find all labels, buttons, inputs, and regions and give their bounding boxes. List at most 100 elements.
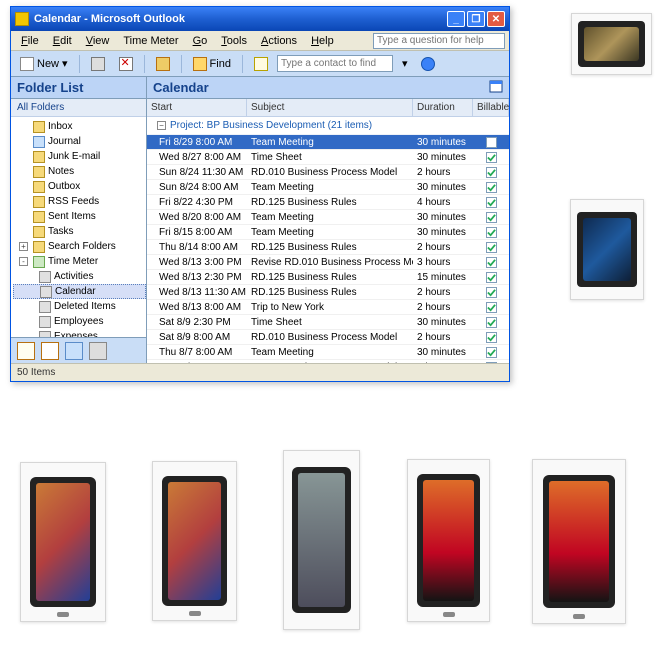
- billable-checkbox[interactable]: [486, 332, 497, 343]
- folder-time-meter[interactable]: -Time Meter: [13, 254, 146, 269]
- folder-calendar[interactable]: Calendar: [13, 284, 146, 299]
- folder-tasks[interactable]: Tasks: [13, 224, 146, 239]
- new-button[interactable]: New ▾: [15, 54, 73, 74]
- mail-nav-icon[interactable]: [17, 342, 35, 360]
- calendar-header-icon[interactable]: [489, 79, 503, 96]
- calendar-row[interactable]: Wed 8/13 11:30 AMRD.125 Business Rules2 …: [147, 285, 509, 300]
- cell-billable[interactable]: [473, 165, 509, 179]
- calendar-row[interactable]: Sun 8/24 11:30 AMRD.010 Business Process…: [147, 165, 509, 180]
- menu-view[interactable]: View: [80, 33, 116, 49]
- calendar-row[interactable]: Wed 8/13 2:30 PMRD.125 Business Rules15 …: [147, 270, 509, 285]
- billable-checkbox[interactable]: [486, 152, 497, 163]
- folder-tree[interactable]: InboxJournalJunk E-mailNotesOutboxRSS Fe…: [11, 117, 146, 337]
- cell-billable[interactable]: [473, 150, 509, 164]
- cell-billable[interactable]: [473, 285, 509, 299]
- close-button[interactable]: ✕: [487, 11, 505, 27]
- calendar-grid-body[interactable]: − Project: BP Business Development (21 i…: [147, 117, 509, 363]
- col-start[interactable]: Start: [147, 99, 247, 116]
- find-button[interactable]: Find: [188, 54, 236, 74]
- cell-billable[interactable]: [473, 255, 509, 269]
- billable-checkbox[interactable]: [486, 257, 497, 268]
- tree-toggle-icon[interactable]: -: [19, 257, 28, 266]
- cell-billable[interactable]: [473, 225, 509, 239]
- cell-billable[interactable]: [473, 135, 509, 149]
- calendar-row[interactable]: Thu 8/7 8:00 AMTeam Meeting30 minutes: [147, 345, 509, 360]
- task-icon: [33, 226, 45, 238]
- folder-notes[interactable]: Notes: [13, 164, 146, 179]
- tree-toggle-icon[interactable]: +: [19, 242, 28, 251]
- find-contact-input[interactable]: [277, 55, 393, 72]
- calendar-row[interactable]: Wed 8/20 8:00 AMTeam Meeting30 minutes: [147, 210, 509, 225]
- billable-checkbox[interactable]: [486, 197, 497, 208]
- collapse-icon[interactable]: −: [157, 121, 166, 130]
- folder-activities[interactable]: Activities: [13, 269, 146, 284]
- cell-billable[interactable]: [473, 180, 509, 194]
- cell-billable[interactable]: [473, 270, 509, 284]
- calendar-nav-icon[interactable]: [41, 342, 59, 360]
- billable-checkbox[interactable]: [486, 272, 497, 283]
- billable-checkbox[interactable]: [486, 347, 497, 358]
- billable-checkbox[interactable]: [486, 302, 497, 313]
- calendar-row[interactable]: Sun 8/24 8:00 AMTeam Meeting30 minutes: [147, 180, 509, 195]
- billable-checkbox[interactable]: [486, 242, 497, 253]
- address-book-button[interactable]: [249, 54, 273, 74]
- project-group-row[interactable]: − Project: BP Business Development (21 i…: [147, 117, 509, 135]
- folder-outbox[interactable]: Outbox: [13, 179, 146, 194]
- billable-checkbox[interactable]: [486, 227, 497, 238]
- menu-go[interactable]: Go: [187, 33, 214, 49]
- menu-tools[interactable]: Tools: [215, 33, 253, 49]
- cell-billable[interactable]: [473, 330, 509, 344]
- toolbar-help-button[interactable]: [416, 54, 440, 74]
- cell-duration: 30 minutes: [413, 345, 473, 359]
- billable-checkbox[interactable]: [486, 317, 497, 328]
- folder-nav-icon[interactable]: [65, 342, 83, 360]
- folder-expenses[interactable]: Expenses: [13, 329, 146, 337]
- maximize-button[interactable]: ❐: [467, 11, 485, 27]
- menu-edit[interactable]: Edit: [47, 33, 78, 49]
- menu-help[interactable]: Help: [305, 33, 340, 49]
- folder-journal[interactable]: Journal: [13, 134, 146, 149]
- folder-inbox[interactable]: Inbox: [13, 119, 146, 134]
- minimize-button[interactable]: _: [447, 11, 465, 27]
- folder-rss-feeds[interactable]: RSS Feeds: [13, 194, 146, 209]
- cell-billable[interactable]: [473, 240, 509, 254]
- col-duration[interactable]: Duration: [413, 99, 473, 116]
- delete-button[interactable]: [114, 54, 138, 74]
- calendar-row[interactable]: Fri 8/22 4:30 PMRD.125 Business Rules4 h…: [147, 195, 509, 210]
- calendar-row[interactable]: Fri 8/15 8:00 AMTeam Meeting30 minutes: [147, 225, 509, 240]
- billable-checkbox[interactable]: [486, 182, 497, 193]
- calendar-row[interactable]: Fri 8/29 8:00 AMTeam Meeting30 minutes: [147, 135, 509, 150]
- col-subject[interactable]: Subject: [247, 99, 413, 116]
- all-folders-header[interactable]: All Folders: [11, 99, 146, 117]
- menu-timemeter[interactable]: Time Meter: [117, 33, 184, 49]
- shortcuts-nav-icon[interactable]: [89, 342, 107, 360]
- folder-junk-e-mail[interactable]: Junk E-mail: [13, 149, 146, 164]
- print-button[interactable]: [86, 54, 110, 74]
- billable-checkbox[interactable]: [486, 212, 497, 223]
- billable-checkbox[interactable]: [486, 287, 497, 298]
- folder-sent-items[interactable]: Sent Items: [13, 209, 146, 224]
- calendar-row[interactable]: Sat 8/9 2:30 PMTime Sheet30 minutes: [147, 315, 509, 330]
- cell-billable[interactable]: [473, 300, 509, 314]
- folder-search-folders[interactable]: +Search Folders: [13, 239, 146, 254]
- help-search-input[interactable]: [373, 33, 505, 49]
- billable-checkbox[interactable]: [486, 167, 497, 178]
- toolbar-dropdown[interactable]: ▾: [397, 54, 413, 74]
- calendar-row[interactable]: Sat 8/9 8:00 AMRD.010 Business Process M…: [147, 330, 509, 345]
- categorize-button[interactable]: [151, 54, 175, 74]
- folder-deleted-items[interactable]: Deleted Items: [13, 299, 146, 314]
- billable-checkbox[interactable]: [486, 137, 497, 148]
- menu-actions[interactable]: Actions: [255, 33, 303, 49]
- folder-employees[interactable]: Employees: [13, 314, 146, 329]
- calendar-row[interactable]: Wed 8/27 8:00 AMTime Sheet30 minutes: [147, 150, 509, 165]
- cell-billable[interactable]: [473, 345, 509, 359]
- calendar-row[interactable]: Wed 8/13 3:00 PMRevise RD.010 Business P…: [147, 255, 509, 270]
- calendar-row[interactable]: Thu 8/14 8:00 AMRD.125 Business Rules2 h…: [147, 240, 509, 255]
- titlebar[interactable]: Calendar - Microsoft Outlook _ ❐ ✕: [11, 7, 509, 31]
- col-billable[interactable]: Billable: [473, 99, 509, 116]
- calendar-row[interactable]: Wed 8/13 8:00 AMTrip to New York2 hours: [147, 300, 509, 315]
- cell-billable[interactable]: [473, 210, 509, 224]
- menu-file[interactable]: File: [15, 33, 45, 49]
- cell-billable[interactable]: [473, 195, 509, 209]
- cell-billable[interactable]: [473, 315, 509, 329]
